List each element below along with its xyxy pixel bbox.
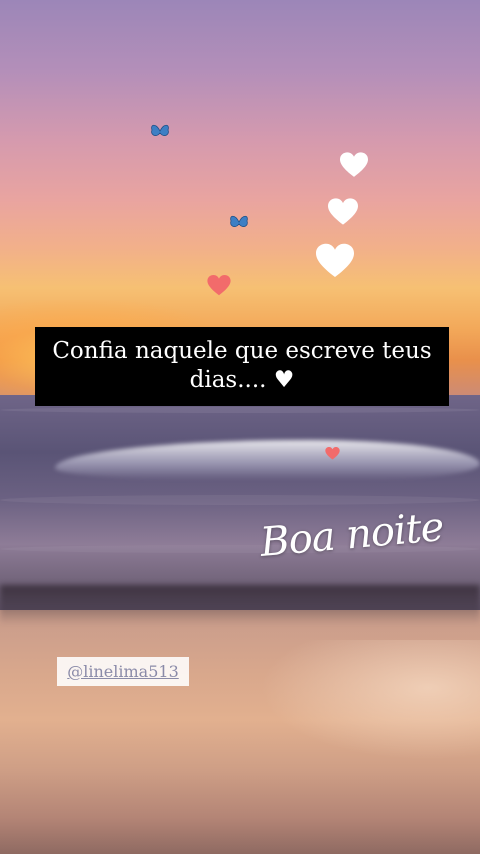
heart-icon — [328, 198, 358, 225]
butterfly-icon — [230, 215, 248, 227]
heart-icon — [325, 447, 340, 460]
sea-ripple — [0, 407, 480, 413]
wave-edge — [0, 585, 480, 625]
heart-icon — [340, 152, 368, 177]
sand-reflection — [260, 640, 480, 760]
caption-banner: Confia naquele que escreve teus dias....… — [35, 327, 449, 406]
story-scene: Confia naquele que escreve teus dias....… — [0, 0, 480, 854]
sea-ripple — [0, 495, 480, 505]
heart-icon — [207, 275, 231, 296]
mention-sticker[interactable]: @linelima513 — [57, 657, 189, 686]
heart-icon — [316, 243, 354, 278]
butterfly-icon — [151, 124, 169, 136]
caption-text: Confia naquele que escreve teus dias....… — [52, 338, 432, 393]
